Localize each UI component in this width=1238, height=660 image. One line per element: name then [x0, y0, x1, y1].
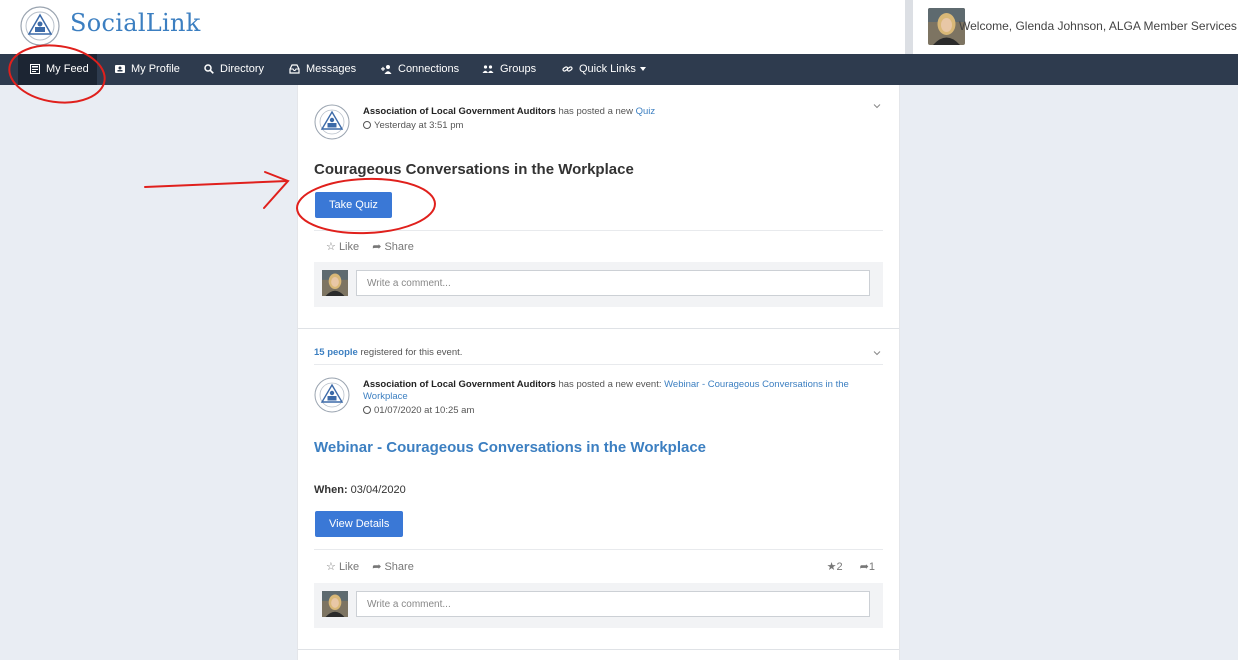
brand-name[interactable]: SocialLink [70, 9, 201, 37]
post-actions: ☆ Like ➦ Share [326, 560, 424, 573]
comment-input[interactable]: Write a comment... [356, 591, 870, 617]
like-button[interactable]: ☆ Like [326, 241, 359, 253]
profile-card-icon [115, 65, 125, 73]
clock-icon [363, 121, 371, 129]
comment-input[interactable]: Write a comment... [356, 270, 870, 296]
chevron-down-icon[interactable] [873, 102, 881, 110]
reaction-counts: ★2 ➦1 [827, 560, 875, 573]
shares-count[interactable]: ➦1 [860, 561, 875, 573]
feed-post-event: 15 people registered for this event. Ass… [298, 329, 899, 650]
clock-icon [363, 406, 371, 414]
event-title[interactable]: Webinar - Courageous Conversations in th… [314, 439, 706, 456]
star-filled-icon: ★ [826, 561, 837, 573]
likes-count[interactable]: ★2 [827, 561, 843, 573]
nav-quick-links[interactable]: Quick Links [562, 54, 646, 85]
comment-box: Write a comment... [314, 262, 883, 307]
divider [314, 364, 883, 365]
post-title: Courageous Conversations in the Workplac… [314, 161, 634, 178]
comment-box: Write a comment... [314, 583, 883, 628]
search-icon [204, 64, 214, 74]
share-button[interactable]: ➦ Share [372, 241, 414, 253]
org-logo-icon[interactable] [314, 104, 350, 140]
header-separator [905, 0, 913, 54]
post-type-link[interactable]: Quiz [636, 106, 656, 117]
event-date: When: 03/04/2020 [314, 484, 406, 496]
post-meta: Association of Local Government Auditors… [363, 379, 853, 417]
welcome-text[interactable]: Welcome, Glenda Johnson, ALGA Member Ser… [959, 19, 1238, 33]
post-actions: ☆ Like ➦ Share [326, 240, 424, 253]
nav-connections[interactable]: Connections [381, 54, 459, 85]
nav-my-profile[interactable]: My Profile [115, 54, 180, 85]
divider [314, 230, 883, 231]
registered-count: 15 people registered for this event. [314, 347, 463, 358]
share-icon: ➦ [372, 241, 382, 253]
view-details-button[interactable]: View Details [315, 511, 404, 537]
take-quiz-button[interactable]: Take Quiz [315, 192, 392, 218]
org-logo-icon[interactable] [314, 377, 350, 413]
star-icon: ☆ [326, 561, 336, 573]
post-timestamp: Yesterday at 3:51 pm [363, 120, 853, 132]
link-icon [562, 66, 573, 72]
main-nav: My Feed My Profile Directory Messages Co… [0, 54, 1238, 85]
star-icon: ☆ [326, 241, 336, 253]
inbox-icon [289, 64, 300, 74]
post-author[interactable]: Association of Local Government Auditors [363, 379, 556, 390]
avatar [322, 270, 348, 296]
user-menu[interactable]: Welcome, Glenda Johnson, ALGA Member Ser… [913, 0, 1238, 54]
annotation-arrow [144, 171, 290, 209]
nav-groups[interactable]: Groups [482, 54, 536, 85]
nav-messages[interactable]: Messages [289, 54, 356, 85]
feed-post-quiz: Association of Local Government Auditors… [298, 85, 899, 329]
divider [314, 549, 883, 550]
feed-column: Association of Local Government Auditors… [297, 85, 900, 660]
share-icon: ➦ [372, 561, 382, 573]
alga-logo-icon[interactable] [20, 6, 60, 46]
chevron-down-icon[interactable] [873, 349, 881, 357]
post-timestamp: 01/07/2020 at 10:25 am [363, 405, 853, 417]
avatar [322, 591, 348, 617]
top-header: SocialLink [0, 0, 905, 54]
add-user-icon [381, 65, 392, 74]
chevron-down-icon [639, 67, 646, 72]
post-meta: Association of Local Government Auditors… [363, 106, 853, 132]
feed-icon [30, 64, 40, 74]
post-author[interactable]: Association of Local Government Auditors [363, 106, 556, 117]
share-button[interactable]: ➦ Share [372, 561, 414, 573]
like-button[interactable]: ☆ Like [326, 561, 359, 573]
share-icon: ➦ [859, 561, 869, 573]
nav-directory[interactable]: Directory [204, 54, 264, 85]
group-icon [482, 65, 494, 73]
nav-my-feed[interactable]: My Feed [18, 54, 97, 85]
